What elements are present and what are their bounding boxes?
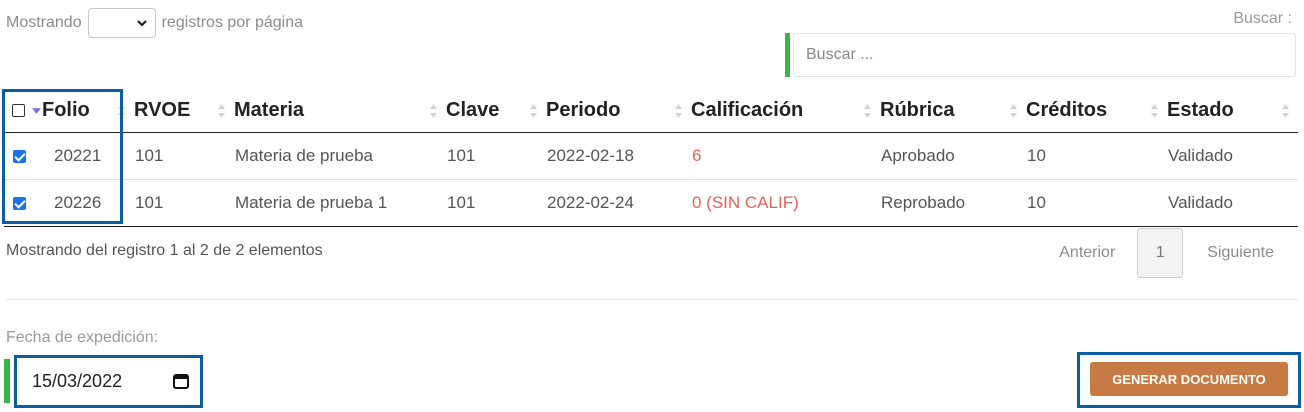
sort-icon — [218, 104, 225, 118]
table-row[interactable]: 20226 101 Materia de prueba 1 101 2022-0… — [4, 179, 1298, 227]
cell-clave: 101 — [446, 132, 546, 180]
sort-icon — [864, 104, 871, 118]
search-label: Buscar : — [1233, 10, 1292, 27]
sort-icon — [675, 104, 682, 118]
length-select[interactable] — [87, 8, 156, 38]
pagination-page-current[interactable]: 1 — [1137, 228, 1184, 278]
chevron-down-icon — [136, 20, 147, 27]
search-accent-bar — [785, 33, 790, 77]
table-info: Mostrando del registro 1 al 2 de 2 eleme… — [6, 242, 323, 259]
cell-periodo: 2022-02-18 — [546, 132, 691, 180]
sort-icon — [430, 104, 437, 118]
column-header-creditos[interactable]: Créditos — [1026, 89, 1167, 133]
search-input[interactable] — [793, 33, 1296, 77]
sort-icon — [530, 104, 537, 118]
cell-calificacion: 6 — [691, 132, 880, 180]
calendar-icon[interactable] — [172, 372, 190, 390]
cell-rubrica: Reprobado — [880, 179, 1026, 227]
sort-icon — [1151, 104, 1158, 118]
cell-creditos: 10 — [1026, 132, 1167, 180]
column-header-rvoe[interactable]: RVOE — [134, 89, 234, 133]
cell-rvoe: 101 — [134, 179, 234, 227]
pagination-next[interactable]: Siguiente — [1207, 244, 1274, 262]
date-input[interactable]: 15/03/2022 — [14, 356, 200, 406]
column-header-materia[interactable]: Materia — [234, 89, 446, 133]
cell-materia: Materia de prueba — [234, 132, 446, 180]
cell-estado: Validado — [1167, 132, 1298, 180]
generate-document-button[interactable]: GENERAR DOCUMENTO — [1090, 362, 1288, 396]
cell-creditos: 10 — [1026, 179, 1167, 227]
column-header-calificacion[interactable]: Calificación — [691, 89, 880, 133]
column-header-clave[interactable]: Clave — [446, 89, 546, 133]
column-header-estado[interactable]: Estado — [1167, 89, 1298, 133]
pagination: Anterior 1 Siguiente — [1059, 228, 1274, 278]
sort-icon — [1282, 104, 1289, 118]
section-divider — [6, 299, 1298, 300]
table-header-row: Folio RVOE Materia Clave Periodo Calific… — [4, 89, 1298, 133]
cell-estado: Validado — [1167, 179, 1298, 227]
column-header-rubrica[interactable]: Rúbrica — [880, 89, 1026, 133]
cell-rubrica: Aprobado — [880, 132, 1026, 180]
folio-column-highlight — [2, 89, 123, 224]
pagination-previous[interactable]: Anterior — [1059, 244, 1115, 262]
cell-periodo: 2022-02-24 — [546, 179, 691, 227]
date-value: 15/03/2022 — [32, 370, 123, 391]
length-menu: Mostrando registros por página — [6, 8, 303, 38]
cell-materia: Materia de prueba 1 — [234, 179, 446, 227]
length-menu-prefix: Mostrando — [6, 14, 82, 31]
cell-rvoe: 101 — [134, 132, 234, 180]
cell-calificacion: 0 (SIN CALIF) — [691, 179, 880, 227]
date-accent-bar — [4, 359, 10, 403]
column-header-periodo[interactable]: Periodo — [546, 89, 691, 133]
sort-icon — [1010, 104, 1017, 118]
length-menu-suffix: registros por página — [161, 14, 304, 31]
table-row[interactable]: 20221 101 Materia de prueba 101 2022-02-… — [4, 132, 1298, 180]
records-table: Folio RVOE Materia Clave Periodo Calific… — [4, 89, 1298, 227]
date-label: Fecha de expedición: — [6, 329, 159, 346]
cell-clave: 101 — [446, 179, 546, 227]
